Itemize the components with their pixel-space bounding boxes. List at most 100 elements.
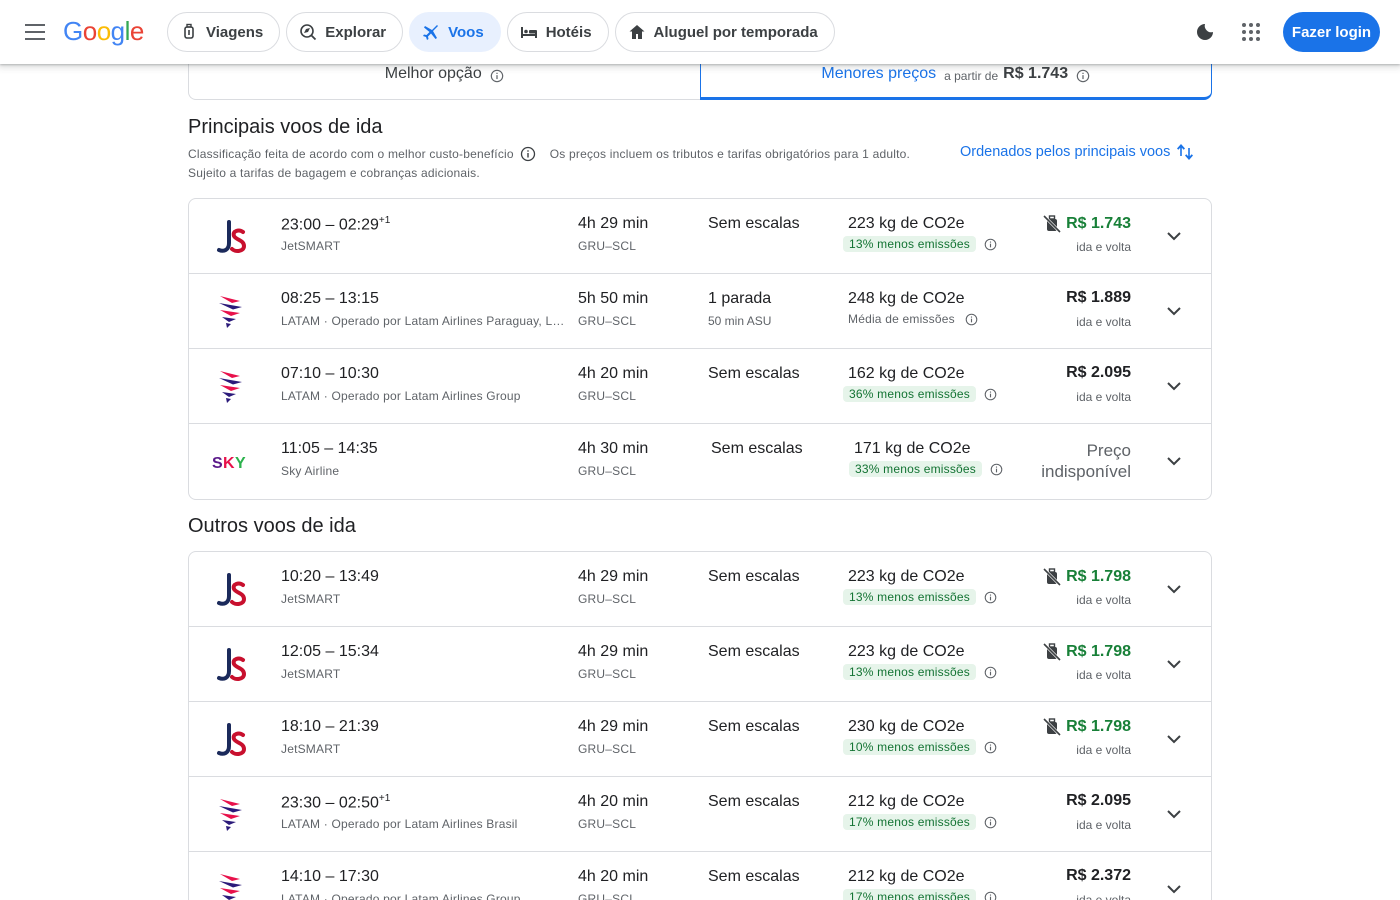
chevron-down-icon <box>1166 659 1182 669</box>
price-block: R$ 1.798 <box>1042 567 1131 587</box>
flight-price: R$ 1.798 <box>1066 643 1131 660</box>
info-icon[interactable] <box>490 69 504 83</box>
trip-type: ida e volta <box>1076 593 1131 607</box>
expand-details-button[interactable] <box>1161 576 1187 602</box>
emissions-info: 17% menos emissões <box>843 814 997 830</box>
logo-letter: o <box>96 16 111 46</box>
flight-duration: 4h 30 min <box>578 440 649 457</box>
flight-stops: Sem escalas <box>708 643 800 660</box>
airline-name: JetSMART <box>281 239 341 253</box>
co2-emissions: 248 kg de CO2e <box>848 290 965 307</box>
nav-tab-viagens[interactable]: Viagens <box>167 12 281 52</box>
airline-logo-jetsmart <box>211 570 251 610</box>
nav-tab-explorar[interactable]: Explorar <box>286 12 404 52</box>
airline-name: JetSMART <box>281 667 341 681</box>
info-icon[interactable] <box>984 741 997 754</box>
emissions-info: 36% menos emissões <box>843 386 997 402</box>
dark-theme-button[interactable] <box>1185 12 1225 52</box>
flight-row[interactable]: 23:00 – 02:29+1 JetSMART 4h 29 min GRU–SCL S… <box>189 199 1211 274</box>
expand-details-button[interactable] <box>1161 726 1187 752</box>
house-icon <box>628 23 646 41</box>
flight-route: GRU–SCL <box>578 592 637 606</box>
flight-row[interactable]: 12:05 – 15:34 JetSMART 4h 29 min GRU–SCL Sem… <box>189 627 1211 702</box>
flight-row[interactable]: S K Y 11:05 – 14:35 Sky Airline 4h 30 min GRU–… <box>189 424 1211 499</box>
section-title-other-flights: Outros voos de ida <box>188 515 356 537</box>
info-icon[interactable] <box>984 388 997 401</box>
flight-route: GRU–SCL <box>578 742 637 756</box>
tax-note: Os preços incluem os tributos e tarifas … <box>549 147 911 161</box>
price-block: R$ 1.889 <box>1066 289 1131 307</box>
nav-tab-hot-is[interactable]: Hotéis <box>506 12 609 52</box>
flight-row[interactable]: 08:25 – 13:15 LATAM · Operado por Latam A… <box>189 274 1211 349</box>
info-icon[interactable] <box>984 891 997 900</box>
airline-logo-latam <box>211 367 251 407</box>
google-logo[interactable]: Google <box>63 16 144 47</box>
sign-in-button[interactable]: Fazer login <box>1283 12 1380 52</box>
flight-times-text: 11:05 – 14:35 <box>281 440 378 457</box>
info-icon[interactable] <box>984 591 997 604</box>
airline-name: LATAM · Operado por Latam Airlines Group <box>281 389 521 403</box>
info-icon[interactable] <box>990 463 1003 476</box>
flight-price: R$ 1.798 <box>1066 568 1131 585</box>
no-carry-on-bag-icon <box>1042 717 1062 737</box>
co2-emissions: 223 kg de CO2e <box>848 215 965 232</box>
expand-details-button[interactable] <box>1161 448 1187 474</box>
nav-tab-aluguel-por-temporada[interactable]: Aluguel por temporada <box>614 12 835 52</box>
trip-type: ida e volta <box>1076 818 1131 832</box>
expand-details-button[interactable] <box>1161 801 1187 827</box>
expand-details-button[interactable] <box>1161 298 1187 324</box>
chevron-down-icon <box>1166 584 1182 594</box>
flight-times-text: 07:10 – 10:30 <box>281 365 379 382</box>
ranking-note-line: Classificação feita de acordo com o melh… <box>188 146 910 162</box>
airline-name: LATAM · Operado por Latam Airlines Brasi… <box>281 817 518 831</box>
flight-duration: 4h 29 min <box>578 568 649 585</box>
logo-letter: o <box>82 16 97 46</box>
flight-row[interactable]: 14:10 – 17:30 LATAM · Operado por Latam A… <box>189 852 1211 900</box>
flight-times-text: 23:00 – 02:29 <box>281 216 379 234</box>
flight-duration: 4h 20 min <box>578 868 649 885</box>
chevron-down-icon <box>1166 734 1182 744</box>
emissions-badge: 13% menos emissões <box>843 236 976 252</box>
flight-route: GRU–SCL <box>578 892 637 900</box>
flight-row[interactable]: 18:10 – 21:39 JetSMART 4h 29 min GRU–SCL Sem… <box>189 702 1211 777</box>
trip-type: ida e volta <box>1076 240 1131 254</box>
expand-details-button[interactable] <box>1161 651 1187 677</box>
flight-duration: 5h 50 min <box>578 290 649 307</box>
next-day-marker: +1 <box>378 793 391 804</box>
flight-price: R$ 1.798 <box>1066 718 1131 735</box>
chevron-down-icon <box>1166 306 1182 316</box>
info-icon[interactable] <box>984 816 997 829</box>
airline-logo-jetsmart <box>211 720 251 760</box>
flight-stops: Sem escalas <box>708 215 800 232</box>
flight-stops: Sem escalas <box>711 440 803 457</box>
logo-letter: g <box>110 16 125 46</box>
flight-stops: 1 parada <box>708 290 772 307</box>
flight-duration: 4h 29 min <box>578 215 649 232</box>
flight-row[interactable]: 10:20 – 13:49 JetSMART 4h 29 min GRU–SCL Sem… <box>189 552 1211 627</box>
logo-letter: e <box>129 16 144 46</box>
flight-times: 23:00 – 02:29+1 <box>281 215 390 234</box>
sort-order-button[interactable]: Ordenados pelos principais voos <box>960 142 1194 162</box>
info-icon[interactable] <box>965 313 978 326</box>
emissions-badge: 36% menos emissões <box>843 386 976 402</box>
expand-details-button[interactable] <box>1161 876 1187 900</box>
info-icon[interactable] <box>1076 69 1090 83</box>
info-icon[interactable] <box>984 238 997 251</box>
info-icon[interactable] <box>984 666 997 679</box>
chevron-down-icon <box>1166 381 1182 391</box>
google-apps-button[interactable] <box>1231 12 1271 52</box>
expand-details-button[interactable] <box>1161 373 1187 399</box>
flight-stops: Sem escalas <box>708 568 800 585</box>
flight-row[interactable]: 23:30 – 02:50+1 LATAM · Operado por Latam… <box>189 777 1211 852</box>
chevron-down-icon <box>1166 231 1182 241</box>
flight-stops: Sem escalas <box>708 365 800 382</box>
main-menu-button[interactable] <box>16 12 56 52</box>
other-flights-list: 10:20 – 13:49 JetSMART 4h 29 min GRU–SCL Sem… <box>188 551 1212 900</box>
nav-tab-voos[interactable]: Voos <box>409 12 501 52</box>
flight-row[interactable]: 07:10 – 10:30 LATAM · Operado por Latam A… <box>189 349 1211 424</box>
expand-details-button[interactable] <box>1161 223 1187 249</box>
info-icon[interactable] <box>520 146 536 162</box>
flight-times-text: 18:10 – 21:39 <box>281 718 379 735</box>
luggage-icon <box>180 23 198 41</box>
flight-duration: 4h 29 min <box>578 718 649 735</box>
